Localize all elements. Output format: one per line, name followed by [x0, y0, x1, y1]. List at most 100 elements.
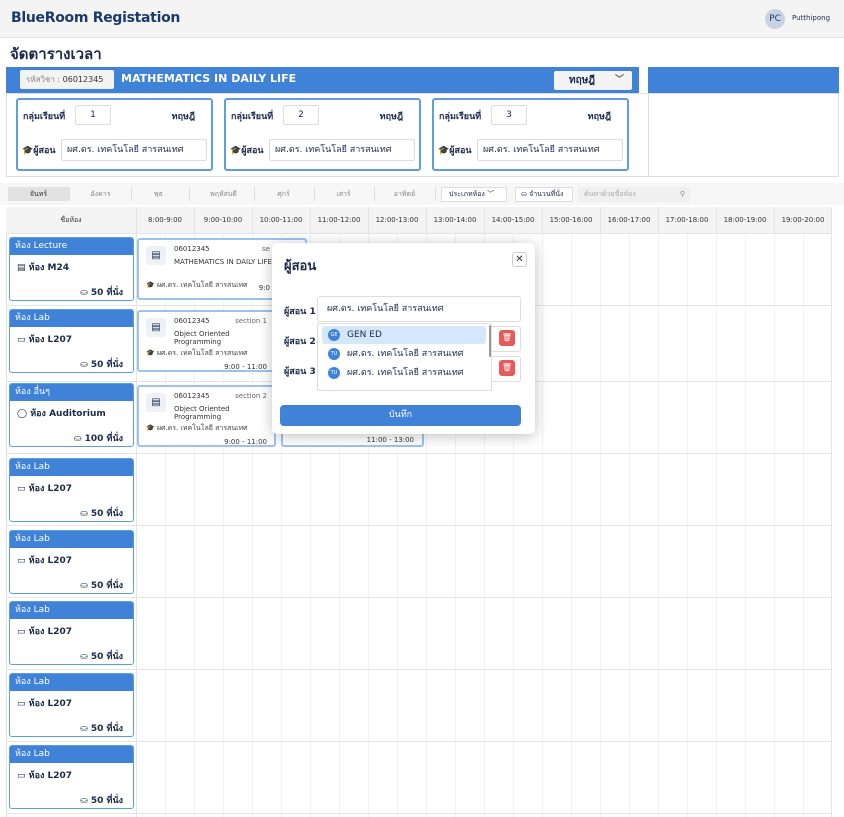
room-name: ▭ ห้อง L207 — [17, 627, 73, 637]
room-card[interactable]: ห้อง Lab ▭ ห้อง L207 ⛀ 50 ที่นั่ง — [9, 309, 134, 373]
seat-icon: ⛀ — [73, 434, 82, 444]
group-card: กลุ่มเรียนที่ 3 ทฤษฎี 🎓ผู้สอน ผศ.ดร. เทค… — [432, 98, 629, 171]
room-name: ▭ ห้อง L207 — [17, 484, 73, 494]
dropdown-option[interactable]: TU ผศ.ดร. เทคโนโลยี สารสนเทศ — [322, 345, 486, 363]
page-title: จัดตารางเวลา — [10, 45, 102, 63]
class-code: 06012345 — [174, 245, 210, 253]
class-section: section 2 — [235, 392, 267, 400]
chevron-down-icon: ﹀ — [487, 190, 495, 198]
course-code: 06012345 — [62, 75, 104, 84]
class-time: 9:00 - 11:00 — [224, 363, 267, 371]
grid-line — [6, 669, 831, 670]
class-teacher: 🎓 ผศ.ดร. เทคโนโลยี สารสนเทศ — [146, 424, 248, 432]
room-search-input[interactable]: ค้นหาด้วยชื่อห้อง ⚲ — [578, 187, 690, 202]
save-button[interactable]: บันทึก — [280, 405, 521, 426]
tab-day-friday[interactable]: ศุกร์ — [253, 187, 315, 201]
option-badge: GE — [328, 329, 340, 341]
time-column-header: 11:00-12:00 — [310, 207, 368, 233]
dropdown-scrollbar[interactable] — [489, 325, 491, 357]
teacher-field[interactable]: ผศ.ดร. เทคโนโลยี สารสนเทศ — [61, 139, 207, 161]
seat-icon: ⛀ — [80, 360, 88, 370]
user-name[interactable]: Putthipong — [792, 14, 830, 22]
tab-day-wednesday[interactable]: พุธ — [128, 187, 190, 201]
teacher-field[interactable]: ผศ.ดร. เทคโนโลยี สารสนเทศ — [477, 139, 623, 161]
seats-filter-button[interactable]: ⛀ จำนวนที่นั่ง — [515, 187, 573, 202]
delete-teacher-3-button[interactable]: 🗑 — [499, 360, 515, 376]
teacher-dropdown: GE GEN ED TU ผศ.ดร. เทคโนโลยี สารสนเทศ TU ผ… — [317, 323, 492, 391]
teacher-3-label: ผู้สอน 3 — [284, 367, 316, 377]
room-type: ห้อง Lab — [10, 602, 133, 619]
tab-day-thursday[interactable]: พฤหัสบดี — [193, 187, 255, 201]
class-card[interactable]: ▤ 06012345 section 2 Object Oriented Pro… — [137, 385, 276, 447]
room-card[interactable]: ห้อง Lab ▭ ห้อง L207 ⛀ 50 ที่นั่ง — [9, 530, 134, 594]
app-header: BlueRoom Registation PC Putthipong — [0, 0, 844, 38]
graduation-cap-icon: 🎓 — [146, 281, 155, 289]
group-label: กลุ่มเรียนที่ — [231, 112, 274, 122]
grid-line — [831, 207, 832, 817]
monitor-icon: ▭ — [17, 699, 26, 709]
monitor-icon: ▭ — [17, 771, 26, 781]
tab-day-monday[interactable]: จันทร์ — [8, 187, 70, 201]
seat-icon: ⛀ — [80, 796, 88, 806]
time-column-header: 12:00-13:00 — [368, 207, 426, 233]
room-type: ห้อง Lab — [10, 674, 133, 691]
term-select-value: ทฤษฎี — [569, 75, 595, 86]
tab-day-saturday[interactable]: เสาร์ — [313, 187, 375, 201]
time-column-header: 16:00-17:00 — [600, 207, 658, 233]
graduation-cap-icon: 🎓 — [146, 424, 155, 432]
room-type-select[interactable]: ประเภทห้อง ﹀ — [441, 187, 507, 202]
class-time: 9:0 — [258, 284, 270, 292]
brand-logo[interactable]: BlueRoom Registation — [11, 10, 180, 26]
group-number-input[interactable]: 1 — [75, 105, 111, 125]
group-type: ทฤษฎี — [587, 112, 611, 122]
dropdown-option[interactable]: TU ผศ.ดร. เทคโนโลยี สารสนเทศ — [322, 364, 486, 382]
tab-day-sunday[interactable]: อาทิตย์ — [374, 187, 436, 201]
teacher-field[interactable]: ผศ.ดร. เทคโนโลยี สารสนเทศ — [269, 139, 415, 161]
graduation-cap-icon: 🎓 — [438, 146, 450, 156]
term-select[interactable]: ทฤษฎี ﹀ — [554, 71, 632, 90]
room-type: ห้อง Lab — [10, 310, 133, 327]
group-label: กลุ่มเรียนที่ — [23, 112, 66, 122]
grid-line — [6, 741, 831, 742]
class-name: Object Oriented Programming — [174, 405, 230, 421]
room-card[interactable]: ห้อง Lab ▭ ห้อง L207 ⛀ 50 ที่นั่ง — [9, 458, 134, 522]
room-seats: ⛀ 50 ที่นั่ง — [80, 509, 123, 519]
dropdown-option[interactable]: GE GEN ED — [322, 326, 486, 344]
class-name: Object Oriented Programming — [174, 330, 230, 346]
room-card[interactable]: ห้อง Lab ▭ ห้อง L207 ⛀ 50 ที่นั่ง — [9, 601, 134, 665]
time-column-header: 15:00-16:00 — [542, 207, 600, 233]
group-type: ทฤษฎี — [379, 112, 403, 122]
teacher-label: 🎓ผู้สอน — [22, 146, 56, 156]
class-teacher: 🎓 ผศ.ดร. เทคโนโลยี สารสนเทศ — [146, 349, 248, 357]
close-icon[interactable]: ✕ — [512, 252, 527, 267]
room-name: ▭ ห้อง L207 — [17, 771, 73, 781]
room-seats: ⛀ 100 ที่นั่ง — [73, 434, 123, 444]
circle-icon: ◯ — [17, 409, 28, 419]
group-type: ทฤษฎี — [171, 112, 195, 122]
room-card[interactable]: ห้อง Lab ▭ ห้อง L207 ⛀ 50 ที่นั่ง — [9, 673, 134, 737]
group-number-input[interactable]: 3 — [491, 105, 527, 125]
class-card[interactable]: ▤ 06012345 section 1 Object Oriented Pro… — [137, 310, 276, 372]
class-section: se — [262, 245, 270, 253]
time-column-header: 9:00-10:00 — [194, 207, 252, 233]
room-name: ▤ ห้อง M24 — [17, 263, 70, 273]
monitor-icon: ▭ — [17, 627, 26, 637]
room-card[interactable]: ห้อง Lecture ▤ ห้อง M24 ⛀ 50 ที่นั่ง — [9, 237, 134, 301]
teacher-label: 🎓ผู้สอน — [438, 146, 472, 156]
teacher-label: 🎓ผู้สอน — [230, 146, 264, 156]
teacher-1-input[interactable]: ผศ.ดร. เทคโนโลยี สารสนเทศ — [317, 296, 521, 322]
avatar[interactable]: PC — [765, 9, 785, 29]
room-card[interactable]: ห้อง Lab ▭ ห้อง L207 ⛀ 50 ที่นั่ง — [9, 745, 134, 809]
delete-teacher-2-button[interactable]: 🗑 — [499, 330, 515, 346]
time-column-header: 18:00-19:00 — [716, 207, 774, 233]
room-seats: ⛀ 50 ที่นั่ง — [80, 288, 123, 298]
tab-day-tuesday[interactable]: อังคาร — [70, 187, 132, 201]
grid-line — [6, 525, 831, 526]
room-type: ห้อง Lab — [10, 746, 133, 763]
room-card[interactable]: ห้อง อื่นๆ ◯ ห้อง Auditorium ⛀ 100 ที่นั่ง — [9, 383, 134, 447]
room-seats: ⛀ 50 ที่นั่ง — [80, 581, 123, 591]
group-card: กลุ่มเรียนที่ 1 ทฤษฎี 🎓ผู้สอน ผศ.ดร. เทค… — [16, 98, 213, 171]
room-seats: ⛀ 50 ที่นั่ง — [80, 360, 123, 370]
group-number-input[interactable]: 2 — [283, 105, 319, 125]
option-badge: TU — [328, 367, 340, 379]
